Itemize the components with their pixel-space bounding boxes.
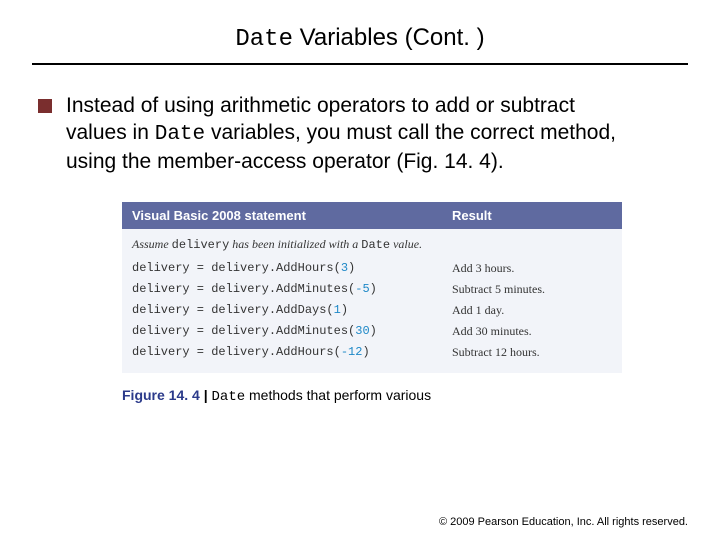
assume-before: Assume [132,237,172,251]
title-divider [32,63,688,65]
slide-title: Date Variables (Cont. ) [32,24,688,53]
bullet-text: Instead of using arithmetic operators to… [66,93,626,176]
table-row: delivery = delivery.AddHours(3) Add 3 ho… [132,258,612,279]
title-rest: Variables (Cont. ) [293,24,485,51]
copyright-footer: © 2009 Pearson Education, Inc. All right… [439,516,688,528]
square-bullet-icon [38,99,52,113]
row-result: Subtract 5 minutes. [452,282,612,297]
row-statement: delivery = delivery.AddHours(3) [132,261,452,276]
figure-header: Visual Basic 2008 statement Result [122,202,622,229]
caption-rest: methods that perform various [245,387,431,403]
caption-separator: | [200,387,212,403]
caption-label: Figure 14. 4 [122,387,200,403]
table-row: delivery = delivery.AddDays(1) Add 1 day… [132,300,612,321]
slide: Date Variables (Cont. ) Instead of using… [0,0,720,405]
title-code: Date [235,26,293,53]
table-row: delivery = delivery.AddHours(-12) Subtra… [132,342,612,363]
row-statement: delivery = delivery.AddMinutes(30) [132,324,452,339]
figure-body: Assume delivery has been initialized wit… [122,229,622,373]
bullet-code: Date [155,123,205,146]
figure-header-statement: Visual Basic 2008 statement [132,208,452,223]
row-result: Add 3 hours. [452,261,612,276]
figure-caption: Figure 14. 4 | Date methods that perform… [122,387,622,405]
figure-assume: Assume delivery has been initialized wit… [132,237,612,252]
bullet-item: Instead of using arithmetic operators to… [38,93,688,176]
row-statement: delivery = delivery.AddHours(-12) [132,345,452,360]
assume-code1: delivery [172,238,230,252]
row-statement: delivery = delivery.AddDays(1) [132,303,452,318]
table-row: delivery = delivery.AddMinutes(-5) Subtr… [132,279,612,300]
assume-after: value. [390,237,422,251]
table-row: delivery = delivery.AddMinutes(30) Add 3… [132,321,612,342]
figure-header-result: Result [452,208,612,223]
assume-code2: Date [361,238,390,252]
row-result: Add 1 day. [452,303,612,318]
caption-code: Date [212,389,246,405]
row-statement: delivery = delivery.AddMinutes(-5) [132,282,452,297]
row-result: Subtract 12 hours. [452,345,612,360]
figure: Visual Basic 2008 statement Result Assum… [122,202,622,405]
assume-mid: has been initialized with a [229,237,361,251]
row-result: Add 30 minutes. [452,324,612,339]
